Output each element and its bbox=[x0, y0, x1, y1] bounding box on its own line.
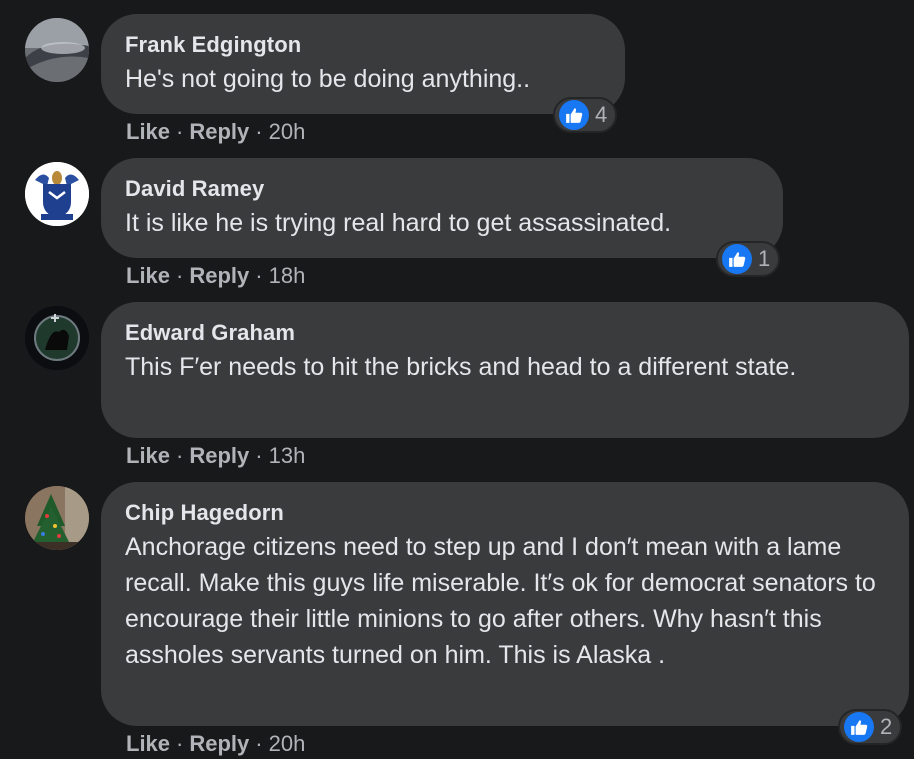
comment-author[interactable]: Chip Hagedorn bbox=[125, 499, 885, 527]
comment-bubble: David Ramey It is like he is trying real… bbox=[101, 158, 783, 258]
comment-author[interactable]: Edward Graham bbox=[125, 319, 885, 347]
separator: · bbox=[176, 263, 184, 288]
comment-timestamp[interactable]: 18h bbox=[269, 263, 306, 288]
comment-bubble: Chip Hagedorn Anchorage citizens need to… bbox=[101, 482, 909, 726]
comment-timestamp[interactable]: 13h bbox=[269, 443, 306, 468]
like-button[interactable]: Like bbox=[126, 263, 170, 288]
avatar[interactable] bbox=[25, 162, 89, 226]
reply-button[interactable]: Reply bbox=[189, 731, 249, 756]
comment-actions: Like · Reply · 13h bbox=[126, 442, 305, 470]
avatar[interactable] bbox=[25, 18, 89, 82]
like-reaction-icon bbox=[559, 100, 589, 130]
reply-button[interactable]: Reply bbox=[189, 263, 249, 288]
avatar[interactable] bbox=[25, 486, 89, 550]
reply-button[interactable]: Reply bbox=[189, 119, 249, 144]
comment-actions: Like · Reply · 18h bbox=[126, 262, 305, 290]
like-button[interactable]: Like bbox=[126, 119, 170, 144]
comment-actions: Like · Reply · 20h bbox=[126, 730, 305, 758]
comment-actions: Like · Reply · 20h bbox=[126, 118, 305, 146]
comment-text: Anchorage citizens need to step up and I… bbox=[125, 533, 876, 669]
separator: · bbox=[176, 119, 184, 144]
like-button[interactable]: Like bbox=[126, 443, 170, 468]
reaction-summary[interactable]: 4 bbox=[553, 97, 618, 133]
reaction-count: 4 bbox=[595, 102, 608, 127]
reaction-count: 2 bbox=[880, 714, 893, 739]
like-reaction-icon bbox=[722, 244, 752, 274]
comment-text: This F′er needs to hit the bricks and he… bbox=[125, 353, 797, 381]
comment-author[interactable]: David Ramey bbox=[125, 175, 759, 203]
separator: · bbox=[255, 731, 263, 756]
avatar-photo-icon bbox=[25, 18, 89, 82]
reaction-summary[interactable]: 1 bbox=[716, 241, 781, 277]
like-reaction-icon bbox=[844, 712, 874, 742]
comment-text: It is like he is trying real hard to get… bbox=[125, 209, 672, 237]
separator: · bbox=[176, 443, 184, 468]
circular-emblem-icon bbox=[25, 306, 89, 370]
avatar[interactable] bbox=[25, 306, 89, 370]
reply-button[interactable]: Reply bbox=[189, 443, 249, 468]
reaction-summary[interactable]: 2 bbox=[838, 709, 903, 745]
comment-bubble: Edward Graham This F′er needs to hit the… bbox=[101, 302, 909, 438]
coat-of-arms-icon bbox=[25, 162, 89, 226]
comment-text: He's not going to be doing anything.. bbox=[125, 65, 531, 93]
separator: · bbox=[255, 443, 263, 468]
reaction-count: 1 bbox=[758, 246, 771, 271]
separator: · bbox=[255, 263, 263, 288]
comment-timestamp[interactable]: 20h bbox=[269, 119, 306, 144]
separator: · bbox=[176, 731, 184, 756]
comment-timestamp[interactable]: 20h bbox=[269, 731, 306, 756]
christmas-tree-photo-icon bbox=[25, 486, 89, 550]
like-button[interactable]: Like bbox=[126, 731, 170, 756]
comment-bubble: Frank Edgington He's not going to be doi… bbox=[101, 14, 625, 114]
separator: · bbox=[255, 119, 263, 144]
comment-author[interactable]: Frank Edgington bbox=[125, 31, 601, 59]
